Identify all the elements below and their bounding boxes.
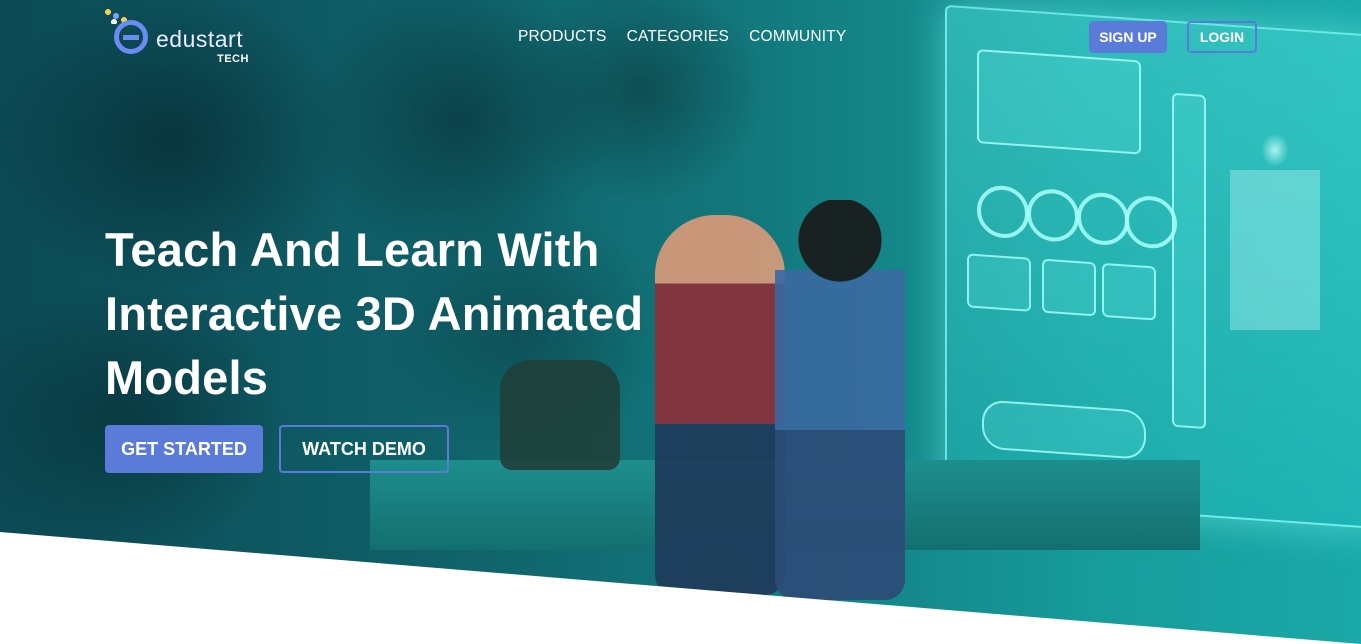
brand-sub: TECH — [217, 53, 249, 65]
skeleton-hologram — [1230, 110, 1320, 510]
nav-categories[interactable]: CATEGORIES — [627, 28, 729, 46]
brand-name: edustart — [156, 26, 244, 52]
screen-circle — [1125, 194, 1177, 251]
headline-line-3: Models — [105, 351, 269, 404]
headline-line-2: Interactive 3D Animated — [105, 287, 644, 340]
nav-products[interactable]: PRODUCTS — [518, 28, 607, 46]
watch-demo-button[interactable]: WATCH DEMO — [279, 425, 449, 473]
screen-circle — [1077, 191, 1129, 247]
screen-circle — [1027, 187, 1079, 244]
screen-sidebar-panel — [1172, 92, 1206, 430]
login-button[interactable]: LOGIN — [1187, 21, 1257, 53]
screen-panel — [1102, 262, 1156, 321]
hero-headline: Teach And Learn With Interactive 3D Anim… — [105, 218, 705, 410]
sign-up-button[interactable]: SIGN UP — [1089, 21, 1167, 53]
screen-circle — [977, 184, 1029, 240]
student-boy — [775, 200, 905, 600]
brand-logo[interactable]: edustart TECH — [104, 8, 254, 70]
main-nav: PRODUCTS CATEGORIES COMMUNITY — [518, 28, 866, 46]
headline-line-1: Teach And Learn With — [105, 223, 600, 276]
screen-panel — [1042, 258, 1096, 317]
screen-panel — [977, 49, 1141, 155]
screen-panel — [967, 253, 1031, 312]
nav-community[interactable]: COMMUNITY — [749, 28, 846, 46]
screen-wave-panel — [982, 399, 1146, 460]
logo-e-icon — [114, 20, 148, 54]
get-started-button[interactable]: GET STARTED — [105, 425, 263, 473]
